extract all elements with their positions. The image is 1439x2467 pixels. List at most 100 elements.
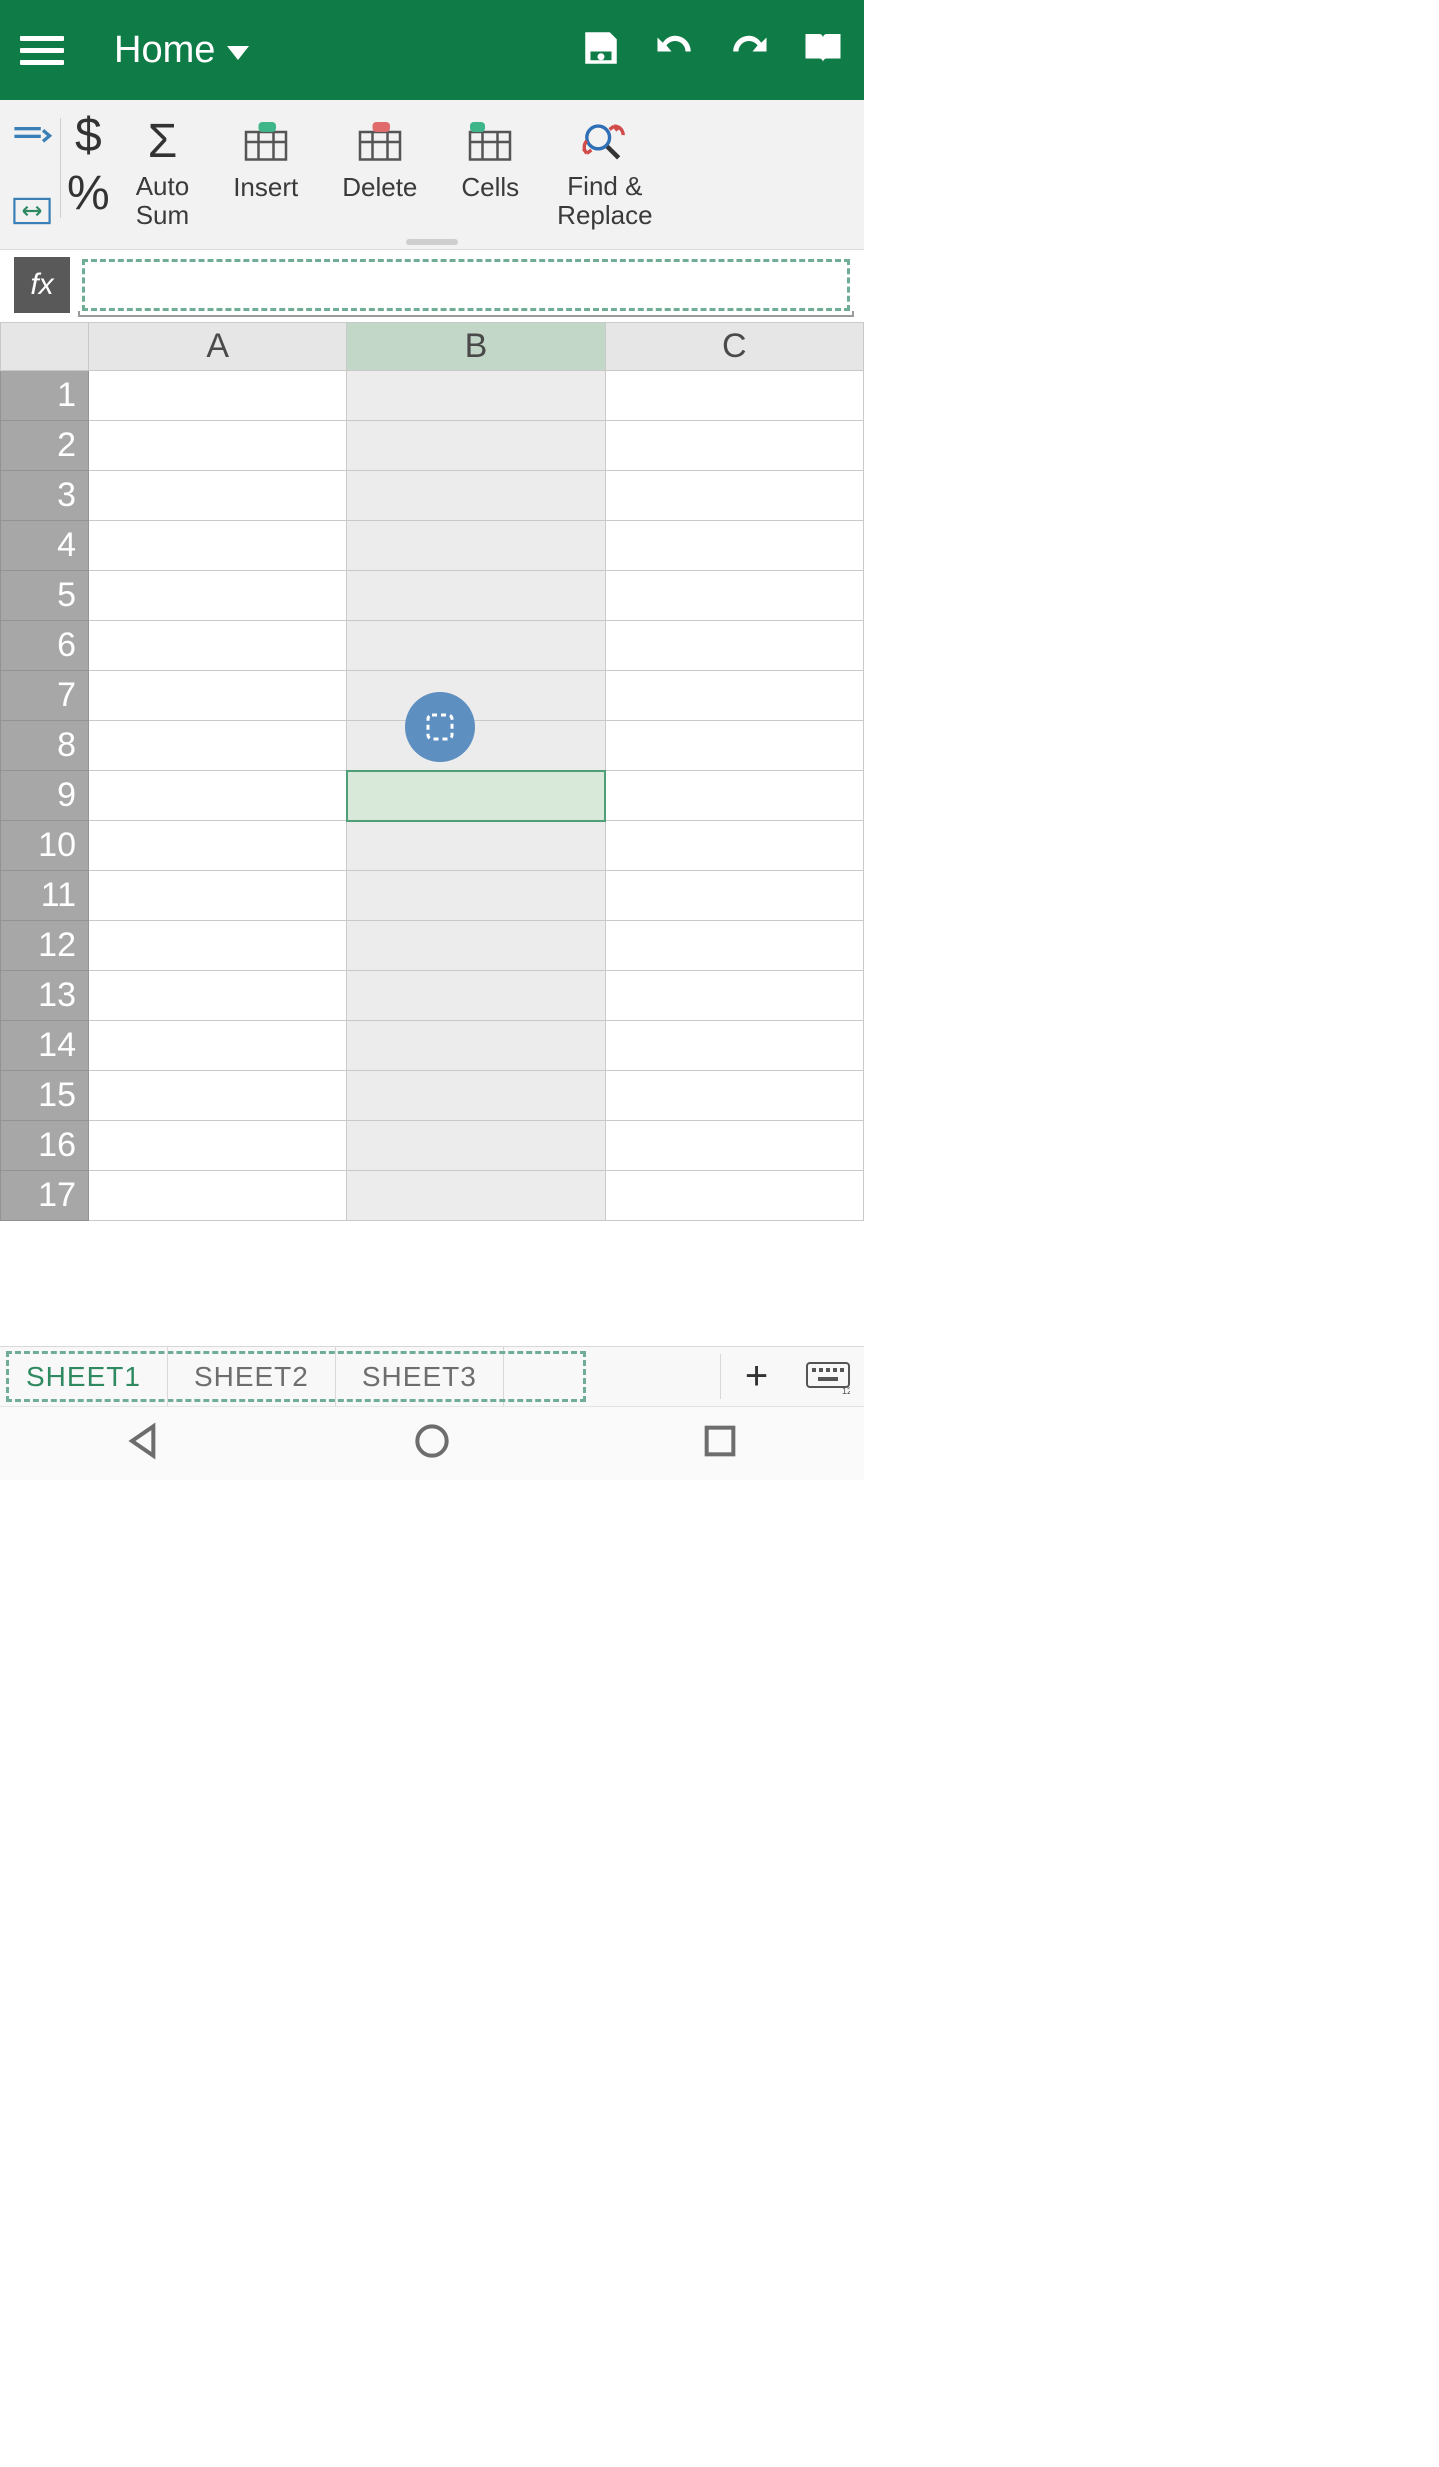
cell[interactable] [347,1071,605,1121]
cell[interactable] [347,871,605,921]
cell[interactable] [605,1071,863,1121]
menu-icon[interactable] [20,28,64,72]
row-header[interactable]: 3 [1,471,89,521]
cell[interactable] [605,621,863,671]
cell[interactable] [89,671,347,721]
row-header[interactable]: 14 [1,1021,89,1071]
row-header[interactable]: 12 [1,921,89,971]
fx-button[interactable]: fx [14,257,70,313]
sheet-tab[interactable]: SHEET3 [336,1347,504,1406]
recent-apps-icon[interactable] [700,1421,740,1466]
cell[interactable] [347,921,605,971]
cell[interactable] [605,821,863,871]
toolbar-drag-handle[interactable] [406,239,458,245]
home-icon[interactable] [412,1421,452,1466]
cell[interactable] [347,471,605,521]
autosum-button[interactable]: Σ AutoSum [124,112,202,233]
cell[interactable] [89,521,347,571]
row-header[interactable]: 5 [1,571,89,621]
sheet-tab[interactable]: SHEET2 [168,1347,336,1406]
cell[interactable] [605,1171,863,1221]
percent-format-button[interactable]: % [67,170,110,218]
row-format-icon[interactable] [10,118,54,163]
cell[interactable] [347,621,605,671]
cell[interactable] [347,721,605,771]
cell[interactable] [89,1021,347,1071]
cell[interactable] [347,421,605,471]
formula-input[interactable] [82,259,850,311]
cell[interactable] [89,771,347,821]
cell[interactable] [605,671,863,721]
cell[interactable] [89,621,347,671]
cell[interactable] [605,771,863,821]
cell[interactable] [605,1121,863,1171]
cell[interactable] [347,1171,605,1221]
cell[interactable] [605,421,863,471]
row-header[interactable]: 7 [1,671,89,721]
cell[interactable] [605,871,863,921]
cell[interactable] [347,671,605,721]
cell[interactable] [347,521,605,571]
column-header[interactable]: A [89,323,347,371]
cell[interactable] [605,721,863,771]
cell[interactable] [89,1071,347,1121]
cell[interactable] [605,371,863,421]
column-header[interactable]: C [605,323,863,371]
book-icon[interactable] [802,27,844,74]
cell[interactable] [605,521,863,571]
cell[interactable] [605,471,863,521]
row-header[interactable]: 17 [1,1171,89,1221]
cell[interactable] [89,921,347,971]
ribbon-tab-selector[interactable]: Home [114,29,249,72]
cell[interactable] [89,421,347,471]
cell[interactable] [89,471,347,521]
cell[interactable] [347,1021,605,1071]
cell[interactable] [347,371,605,421]
cell[interactable] [89,821,347,871]
undo-icon[interactable] [654,27,696,74]
add-sheet-button[interactable]: + [720,1354,792,1399]
cell[interactable] [89,371,347,421]
find-replace-button[interactable]: Find &Replace [545,112,664,233]
spreadsheet-grid[interactable]: A B C 1 2 3 4 5 6 7 8 9 10 11 12 13 14 1… [0,322,864,1346]
cell[interactable] [89,1171,347,1221]
selection-handle-icon[interactable] [405,692,475,762]
keyboard-icon[interactable]: 123 [792,1360,864,1394]
back-icon[interactable] [124,1421,164,1466]
cell[interactable] [89,1121,347,1171]
row-header[interactable]: 2 [1,421,89,471]
row-header[interactable]: 13 [1,971,89,1021]
cell[interactable] [89,971,347,1021]
row-header[interactable]: 11 [1,871,89,921]
redo-icon[interactable] [728,27,770,74]
cell[interactable] [605,571,863,621]
cell[interactable] [605,971,863,1021]
row-header[interactable]: 9 [1,771,89,821]
cells-button[interactable]: Cells [449,112,531,207]
cell[interactable] [89,871,347,921]
cell[interactable] [347,571,605,621]
cell[interactable] [347,971,605,1021]
currency-format-button[interactable]: $ [75,112,102,160]
row-header[interactable]: 1 [1,371,89,421]
save-icon[interactable] [580,27,622,74]
cell[interactable] [605,921,863,971]
row-header[interactable]: 10 [1,821,89,871]
cell[interactable] [347,821,605,871]
row-header[interactable]: 8 [1,721,89,771]
row-header[interactable]: 16 [1,1121,89,1171]
column-width-icon[interactable] [10,191,54,236]
delete-button[interactable]: Delete [330,112,429,207]
row-header[interactable]: 15 [1,1071,89,1121]
cell[interactable] [605,1021,863,1071]
column-header[interactable]: B [347,323,605,371]
row-header[interactable]: 4 [1,521,89,571]
cell[interactable] [347,1121,605,1171]
select-all-corner[interactable] [1,323,89,371]
row-header[interactable]: 6 [1,621,89,671]
cell[interactable] [89,721,347,771]
active-cell[interactable] [347,771,605,821]
insert-button[interactable]: Insert [221,112,310,207]
sheet-tab[interactable]: SHEET1 [0,1347,168,1406]
cell[interactable] [89,571,347,621]
